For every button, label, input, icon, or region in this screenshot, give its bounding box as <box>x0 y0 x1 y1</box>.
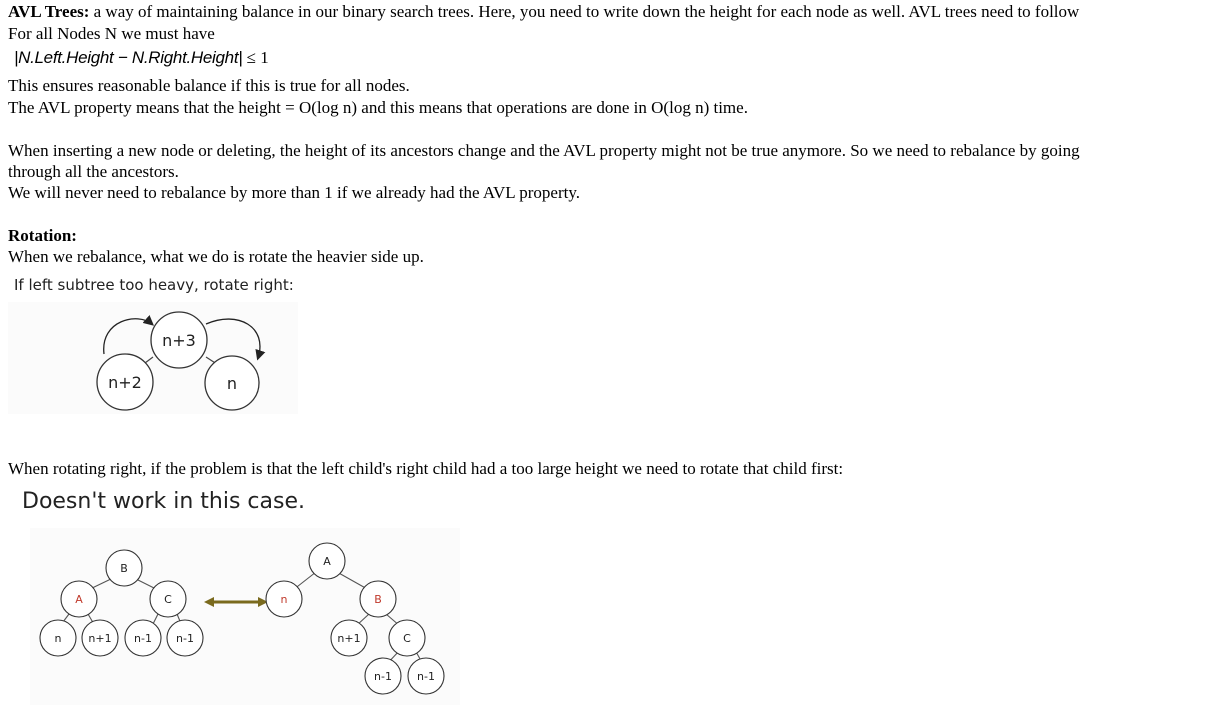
intro-title: AVL Trees: <box>8 2 90 21</box>
node-left-label: n+2 <box>108 373 142 392</box>
rotate-arrow-left-icon <box>103 314 154 355</box>
lt-node-c-right: n-1 <box>176 632 194 645</box>
formula-lhs: |N.Left.Height − N.Right.Height| <box>14 48 243 67</box>
rt-node-a: A <box>323 555 331 568</box>
intro-line-2: For all Nodes N we must have <box>8 24 215 43</box>
intro-text: a way of maintaining balance in our bina… <box>89 2 1080 21</box>
lt-node-c: C <box>164 593 172 606</box>
balance-line-2: The AVL property means that the height =… <box>8 98 748 117</box>
rotation-caption: If left subtree too heavy, rotate right: <box>14 276 294 294</box>
double-rotation-text: When rotating right, if the problem is t… <box>8 459 844 478</box>
rt-node-n: n <box>281 593 288 606</box>
rotate-arrow-right-icon <box>205 318 266 361</box>
rotate-right-figure: n+3 n+2 n <box>8 302 298 414</box>
lt-node-a-left: n <box>55 632 62 645</box>
lt-node-a-right: n+1 <box>88 632 111 645</box>
lt-node-a: A <box>75 593 83 606</box>
rebalance-line-1: When inserting a new node or deleting, t… <box>8 141 1080 160</box>
rt-node-c: C <box>403 632 411 645</box>
double-rotation-caption: Doesn't work in this case. <box>22 489 305 514</box>
rt-node-c-right: n-1 <box>417 670 435 683</box>
double-rotation-diagram: B A C n n+1 n-1 n-1 A n B n+1 C n-1 n-1 <box>39 542 445 695</box>
node-root-label: n+3 <box>162 331 196 350</box>
intro-line-1: AVL Trees: a way of maintaining balance … <box>8 1 1079 22</box>
double-arrow-icon <box>204 597 268 607</box>
double-rotation-figure: B A C n n+1 n-1 n-1 A n B n+1 C n-1 n-1 <box>30 528 460 705</box>
rotate-right-diagram: n+3 n+2 n <box>96 311 266 411</box>
rt-node-c-left: n-1 <box>374 670 392 683</box>
rebalance-line-2: through all the ancestors. <box>8 162 179 181</box>
lt-node-c-left: n-1 <box>134 632 152 645</box>
balance-line-1: This ensures reasonable balance if this … <box>8 76 410 95</box>
rt-node-b: B <box>374 593 382 606</box>
formula-rhs: ≤ 1 <box>246 48 269 67</box>
rt-node-b-left: n+1 <box>337 632 360 645</box>
rotation-text: When we rebalance, what we do is rotate … <box>8 247 424 266</box>
rebalance-line-3: We will never need to rebalance by more … <box>8 183 581 202</box>
rotation-heading: Rotation: <box>8 226 77 245</box>
lt-node-b: B <box>120 562 128 575</box>
avl-formula: |N.Left.Height − N.Right.Height| ≤ 1 <box>14 47 269 68</box>
node-right-label: n <box>227 374 237 393</box>
